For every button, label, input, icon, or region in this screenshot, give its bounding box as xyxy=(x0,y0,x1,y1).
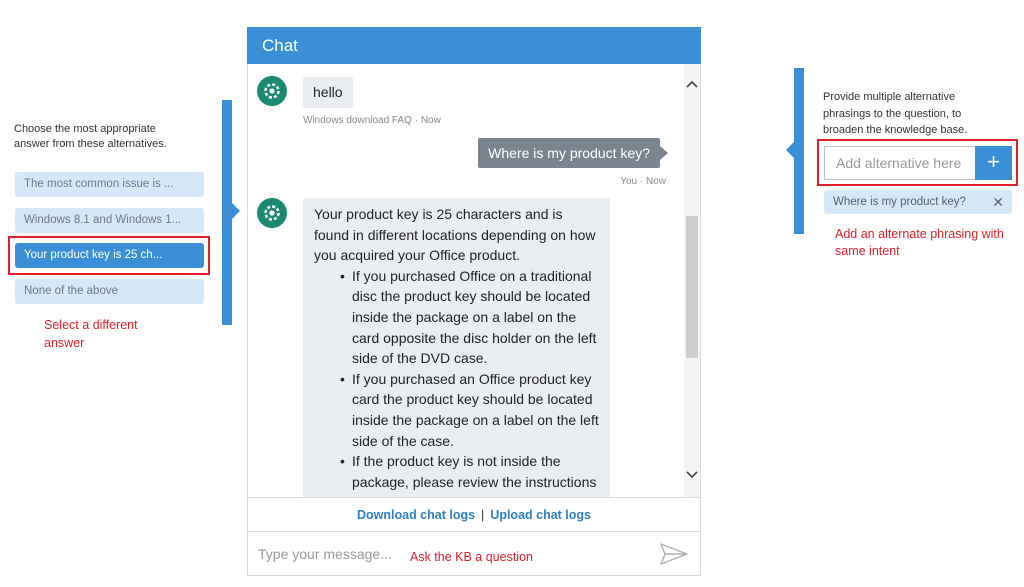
left-connector-arrow xyxy=(232,203,240,219)
bot-message-meta: Windows download FAQ · Now xyxy=(303,115,441,126)
alternative-answer-1[interactable]: The most common issue is ... xyxy=(15,172,204,197)
link-separator: | xyxy=(481,508,485,522)
bot-answer-bullet: If the product key is not inside the pac… xyxy=(340,451,600,492)
add-phrasing-annotation: Add an alternate phrasing with same inte… xyxy=(835,227,1004,258)
bot-avatar-icon xyxy=(257,198,287,228)
bot-answer-intro: Your product key is 25 characters and is… xyxy=(314,206,596,264)
highlight-box-selected-answer xyxy=(8,236,210,275)
scroll-up-chevron-icon[interactable] xyxy=(684,76,700,92)
bot-answer-message: Your product key is 25 characters and is… xyxy=(303,198,610,497)
left-connector-bar xyxy=(222,100,232,325)
left-instruction: Choose the most appropriate answer from … xyxy=(14,123,167,150)
bot-message-hello: hello xyxy=(303,77,353,108)
send-icon[interactable] xyxy=(660,543,688,565)
chat-scrollbar[interactable] xyxy=(684,64,700,497)
download-chat-logs-link[interactable]: Download chat logs xyxy=(357,508,475,522)
user-message-meta: You · Now xyxy=(620,176,666,187)
chat-panel: Chat hello Windows download FAQ · Now Wh… xyxy=(247,27,701,576)
right-instruction: Provide multiple alternative phrasings t… xyxy=(823,91,968,136)
bot-answer-bullet: If you purchased Office on a traditional… xyxy=(340,266,600,369)
alternative-answer-2[interactable]: Windows 8.1 and Windows 1... xyxy=(15,208,204,233)
bot-answer-bullet: If you purchased an Office product key c… xyxy=(340,369,600,451)
ask-kb-annotation: Ask the KB a question xyxy=(410,550,533,564)
right-connector-arrow xyxy=(786,142,794,158)
bot-answer-list: If you purchased Office on a traditional… xyxy=(340,266,600,493)
chat-transcript: hello Windows download FAQ · Now Where i… xyxy=(248,64,700,497)
alternative-phrasing-tag: Where is my product key? ✕ xyxy=(824,190,1012,214)
chat-message-input[interactable] xyxy=(258,532,408,576)
chat-header-title: Chat xyxy=(247,27,701,64)
chat-input-row: Ask the KB a question xyxy=(248,531,700,576)
user-message: Where is my product key? xyxy=(478,138,668,168)
bot-avatar-icon xyxy=(257,76,287,106)
select-answer-annotation: Select a different answer xyxy=(44,318,138,350)
highlight-box-add-alternative xyxy=(817,139,1018,186)
alternative-phrasing-text: Where is my product key? xyxy=(833,196,966,208)
alternative-answer-none[interactable]: None of the above xyxy=(15,279,204,304)
close-icon[interactable]: ✕ xyxy=(992,190,1004,214)
scrollbar-thumb[interactable] xyxy=(686,216,698,358)
chat-log-links: Download chat logs | Upload chat logs xyxy=(248,497,700,531)
scroll-down-chevron-icon[interactable] xyxy=(684,467,700,483)
right-connector-bar xyxy=(794,68,804,234)
upload-chat-logs-link[interactable]: Upload chat logs xyxy=(490,508,591,522)
